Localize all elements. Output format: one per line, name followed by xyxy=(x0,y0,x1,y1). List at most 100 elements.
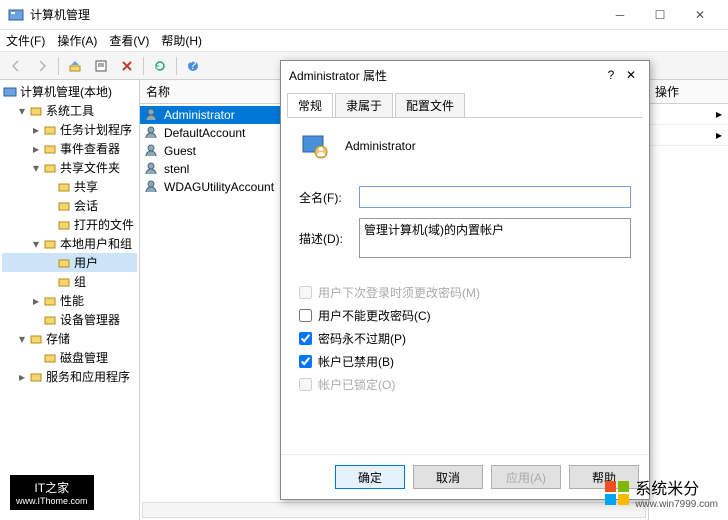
tree-item[interactable]: 会话 xyxy=(2,196,137,215)
tree-label: 存储 xyxy=(46,330,70,347)
tree-item[interactable]: ▾ 共享文件夹 xyxy=(2,158,137,177)
full-name-input[interactable] xyxy=(359,186,631,208)
menu-action[interactable]: 操作(A) xyxy=(57,32,97,49)
tree-item[interactable]: 组 xyxy=(2,272,137,291)
dialog-help-button[interactable]: ? xyxy=(601,68,621,82)
folder-icon xyxy=(42,293,58,309)
tree-item[interactable]: 用户 xyxy=(2,253,137,272)
tree-label: 系统工具 xyxy=(46,102,94,119)
tab-profile[interactable]: 配置文件 xyxy=(395,93,465,117)
folder-icon xyxy=(56,198,72,214)
app-icon xyxy=(8,7,24,23)
dialog-buttons: 确定 取消 应用(A) 帮助 xyxy=(281,454,649,499)
dialog-title: Administrator 属性 xyxy=(289,67,601,84)
tree-item[interactable]: ▸性能 xyxy=(2,291,137,310)
tree-label: 任务计划程序 xyxy=(60,121,132,138)
tree-root[interactable]: 计算机管理(本地) xyxy=(2,82,137,101)
folder-icon xyxy=(42,122,58,138)
folder-icon xyxy=(56,217,72,233)
checkbox xyxy=(299,286,312,299)
tree-label: 本地用户和组 xyxy=(60,235,132,252)
folder-icon xyxy=(42,350,58,366)
checkbox xyxy=(299,378,312,391)
checkbox-row[interactable]: 用户不能更改密码(C) xyxy=(299,307,631,324)
separator xyxy=(143,57,144,75)
tree-item[interactable]: ▸服务和应用程序 xyxy=(2,367,137,386)
svg-text:?: ? xyxy=(190,59,197,72)
tree-item[interactable]: 设备管理器 xyxy=(2,310,137,329)
refresh-button[interactable] xyxy=(148,55,172,77)
actions-row[interactable]: ▸ xyxy=(649,104,728,125)
apply-button[interactable]: 应用(A) xyxy=(491,465,561,489)
folder-icon xyxy=(56,255,72,271)
actions-header: 操作 xyxy=(649,80,728,104)
tree-item[interactable]: 共享 xyxy=(2,177,137,196)
folder-icon xyxy=(56,179,72,195)
tree-label: 共享文件夹 xyxy=(60,159,120,176)
caret-icon: ▾ xyxy=(16,332,28,346)
checkbox[interactable] xyxy=(299,309,312,322)
properties-button[interactable] xyxy=(89,55,113,77)
cancel-button[interactable]: 取消 xyxy=(413,465,483,489)
tree-item[interactable]: 打开的文件 xyxy=(2,215,137,234)
checkbox-row[interactable]: 帐户已禁用(B) xyxy=(299,353,631,370)
folder-icon xyxy=(28,331,44,347)
user-icon xyxy=(144,179,160,195)
menu-file[interactable]: 文件(F) xyxy=(6,32,45,49)
actions-pane: 操作 ▸ ▸ xyxy=(648,80,728,520)
user-icon xyxy=(144,143,160,159)
dialog-username: Administrator xyxy=(345,139,416,153)
horizontal-scrollbar[interactable] xyxy=(142,502,646,518)
column-name[interactable]: 名称 xyxy=(140,80,300,103)
tree-label: 用户 xyxy=(74,254,98,271)
close-button[interactable]: ✕ xyxy=(680,1,720,29)
checkbox-label: 用户下次登录时须更改密码(M) xyxy=(318,284,480,301)
up-button[interactable] xyxy=(63,55,87,77)
description-input[interactable]: 管理计算机(域)的内置帐户 xyxy=(359,218,631,258)
tree-item[interactable]: ▾ 本地用户和组 xyxy=(2,234,137,253)
tab-member-of[interactable]: 隶属于 xyxy=(335,93,393,117)
actions-row[interactable]: ▸ xyxy=(649,125,728,146)
checkbox[interactable] xyxy=(299,355,312,368)
tree-item[interactable]: ▾ 存储 xyxy=(2,329,137,348)
dialog-tabs: 常规 隶属于 配置文件 xyxy=(281,89,649,117)
tree-item[interactable]: ▸任务计划程序 xyxy=(2,120,137,139)
checkbox[interactable] xyxy=(299,332,312,345)
tree-label: 磁盘管理 xyxy=(60,349,108,366)
tree-item[interactable]: ▾系统工具 xyxy=(2,101,137,120)
caret-icon: ▾ xyxy=(30,161,42,175)
help-button[interactable]: ? xyxy=(181,55,205,77)
checkbox-label: 密码永不过期(P) xyxy=(318,330,406,347)
tree-item[interactable]: ▸事件查看器 xyxy=(2,139,137,158)
tree-label: 共享 xyxy=(74,178,98,195)
dialog-close-button[interactable]: ✕ xyxy=(621,68,641,82)
user-icon xyxy=(144,161,160,177)
tree-label: 会话 xyxy=(74,197,98,214)
tree-label: 事件查看器 xyxy=(60,140,120,157)
checkbox-row: 帐户已锁定(O) xyxy=(299,376,631,393)
delete-button[interactable] xyxy=(115,55,139,77)
checkbox-label: 帐户已锁定(O) xyxy=(318,376,395,393)
folder-icon xyxy=(28,103,44,119)
back-button[interactable] xyxy=(4,55,28,77)
checkbox-row[interactable]: 密码永不过期(P) xyxy=(299,330,631,347)
tree-pane: 计算机管理(本地) ▾系统工具▸任务计划程序▸事件查看器▾共享文件夹共享会话打开… xyxy=(0,80,140,520)
user-icon xyxy=(144,125,160,141)
minimize-button[interactable]: ─ xyxy=(600,1,640,29)
tab-general[interactable]: 常规 xyxy=(287,93,333,117)
ok-button[interactable]: 确定 xyxy=(335,465,405,489)
maximize-button[interactable]: ☐ xyxy=(640,1,680,29)
menu-help[interactable]: 帮助(H) xyxy=(161,32,202,49)
computer-icon xyxy=(2,84,18,100)
watermark-sys: 系统米分 www.win7999.com xyxy=(605,475,718,510)
tree-item[interactable]: 磁盘管理 xyxy=(2,348,137,367)
caret-icon: ▾ xyxy=(30,237,42,251)
user-name: Guest xyxy=(164,144,196,158)
tree-label: 性能 xyxy=(60,292,84,309)
folder-icon xyxy=(42,312,58,328)
forward-button[interactable] xyxy=(30,55,54,77)
properties-dialog: Administrator 属性 ? ✕ 常规 隶属于 配置文件 Adminis… xyxy=(280,60,650,500)
user-name: Administrator xyxy=(164,108,235,122)
window-title: 计算机管理 xyxy=(30,6,600,23)
menu-view[interactable]: 查看(V) xyxy=(109,32,149,49)
